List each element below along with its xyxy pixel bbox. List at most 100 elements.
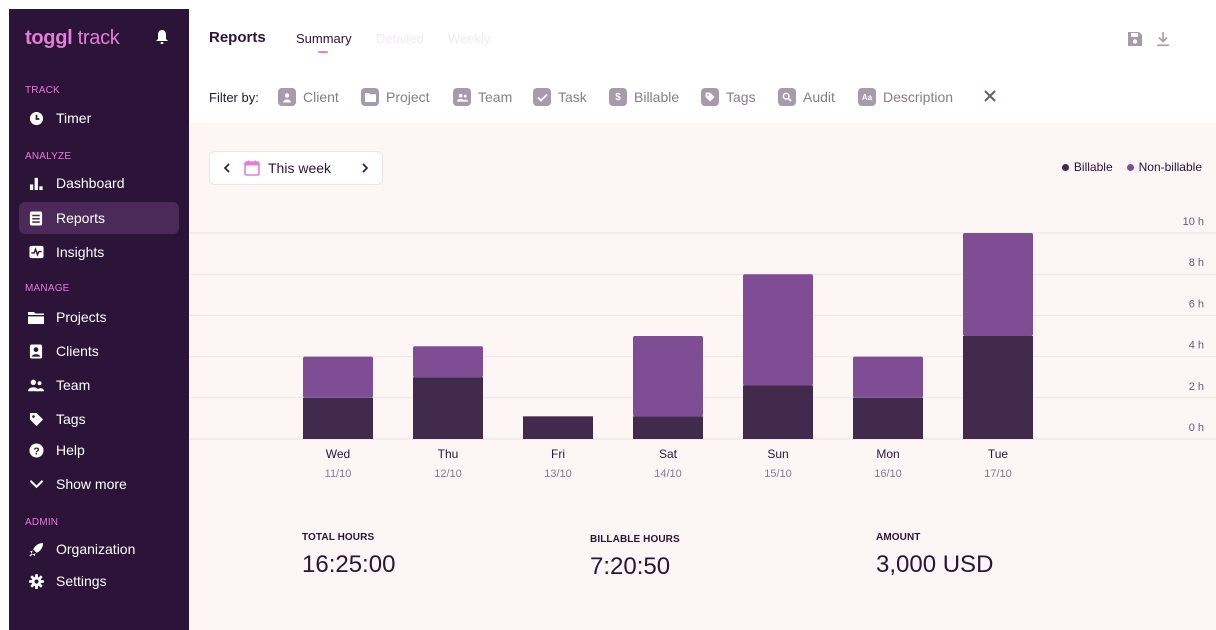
sidebar-item-organization[interactable]: Organization <box>19 533 179 565</box>
team-icon <box>453 88 471 106</box>
stat-value: 7:20:50 <box>590 553 671 580</box>
checkbox-icon <box>533 88 551 106</box>
legend-billable: Billable <box>1061 160 1113 174</box>
sidebar-item-label: Projects <box>56 309 107 325</box>
bar-chart-icon <box>28 175 44 191</box>
tag-icon <box>701 88 719 106</box>
bar-billable <box>303 397 373 439</box>
x-tick-label: Thu <box>438 447 459 461</box>
filter-audit[interactable]: Audit <box>778 87 835 107</box>
client-icon <box>278 88 296 106</box>
sidebar-item-projects[interactable]: Projects <box>19 301 179 333</box>
team-icon <box>28 377 44 393</box>
sidebar-item-label: Settings <box>56 573 107 589</box>
filter-description[interactable]: Aa Description <box>858 87 953 107</box>
bar-non-billable <box>413 346 483 378</box>
filter-team[interactable]: Team <box>453 87 512 107</box>
sidebar-item-insights[interactable]: Insights <box>19 236 179 268</box>
bar-non-billable <box>853 356 923 398</box>
stat-amount: AMOUNT 3,000 USD <box>876 532 993 579</box>
save-icon[interactable] <box>1127 31 1143 47</box>
filter-label-text: Audit <box>803 89 835 105</box>
sidebar-item-timer[interactable]: Timer <box>19 102 179 134</box>
sidebar-item-label: Insights <box>56 244 105 260</box>
date-range-button[interactable]: This week <box>244 160 348 176</box>
stat-value: 16:25:00 <box>302 551 396 578</box>
sidebar-item-label: Help <box>56 442 85 458</box>
tab-summary[interactable]: Summary <box>296 31 352 53</box>
dollar-icon: $ <box>609 88 627 106</box>
report-main: 0 h 2 h 4 h 6 h 8 h 10 h Wed 11/10 Thu 12/10 Fri 13… <box>189 123 1216 630</box>
next-week-button[interactable] <box>348 152 382 184</box>
tab-detailed[interactable]: Detailed <box>376 31 424 46</box>
client-icon <box>28 343 44 359</box>
y-tick-label: 4 h <box>1189 340 1204 352</box>
filter-billable[interactable]: $ Billable <box>609 87 679 107</box>
stat-total-hours: TOTAL HOURS 16:25:00 <box>302 532 395 579</box>
x-tick-label: Tue <box>988 447 1009 461</box>
filter-label-text: Team <box>478 89 513 105</box>
stat-label: AMOUNT <box>876 532 921 543</box>
close-icon[interactable] <box>982 88 998 104</box>
y-tick-label: 10 h <box>1183 216 1204 228</box>
filter-label-text: Task <box>558 89 587 105</box>
y-tick-label: 0 h <box>1189 422 1204 434</box>
rocket-icon <box>28 541 44 557</box>
tab-weekly[interactable]: Weekly <box>448 31 490 46</box>
x-tick-date-label: 15/10 <box>764 468 792 480</box>
help-icon: ? <box>28 442 44 458</box>
sidebar-item-clients[interactable]: Clients <box>19 335 179 367</box>
chart-legend: Billable Non-billable <box>1048 160 1202 174</box>
sidebar-item-show-more[interactable]: Show more <box>19 468 179 500</box>
sidebar-item-label: Reports <box>56 210 106 226</box>
clock-icon <box>28 110 44 126</box>
magnifier-icon <box>778 88 796 106</box>
toggl-track-logo[interactable]: toggl track <box>25 27 120 50</box>
filter-project[interactable]: Project <box>361 87 430 107</box>
section-label-analyze: ANALYZE <box>25 151 72 162</box>
stat-label: BILLABLE HOURS <box>590 534 680 545</box>
sidebar-item-tags[interactable]: Tags <box>19 403 179 435</box>
bar-non-billable <box>633 336 703 417</box>
legend-label: Billable <box>1073 160 1113 174</box>
filter-task[interactable]: Task <box>533 87 587 107</box>
sidebar-item-label: Clients <box>56 343 99 359</box>
filter-label-text: Billable <box>634 89 680 105</box>
sidebar-item-label: Organization <box>56 541 136 557</box>
download-icon[interactable] <box>1155 31 1171 47</box>
x-tick-label: Mon <box>876 447 899 461</box>
filter-label-text: Project <box>386 89 430 105</box>
chevron-right-icon <box>362 163 369 173</box>
report-icon <box>28 210 44 226</box>
sidebar-item-team[interactable]: Team <box>19 369 179 401</box>
sidebar-item-help[interactable]: ? Help <box>19 434 179 466</box>
section-label-track: TRACK <box>25 85 60 96</box>
date-range-label: This week <box>268 160 332 176</box>
svg-text:?: ? <box>33 446 39 457</box>
text-icon: Aa <box>858 88 876 106</box>
x-tick-label: Wed <box>326 447 350 461</box>
filter-client[interactable]: Client <box>278 87 339 107</box>
sidebar-item-dashboard[interactable]: Dashboard <box>19 167 179 199</box>
filter-label-text: Description <box>883 89 954 105</box>
bar-non-billable <box>743 274 813 386</box>
page-title: Reports <box>209 29 266 46</box>
sidebar-item-label: Team <box>56 377 91 393</box>
bar-non-billable <box>963 233 1033 336</box>
bell-icon[interactable] <box>155 29 169 45</box>
header: Reports Summary Detailed Weekly <box>189 9 1216 67</box>
sidebar-item-settings[interactable]: Settings <box>19 565 179 597</box>
bar-billable <box>963 336 1033 439</box>
chevron-left-icon <box>223 163 230 173</box>
bar-billable <box>633 416 703 439</box>
x-tick-label: Fri <box>551 447 565 461</box>
prev-week-button[interactable] <box>210 152 244 184</box>
filter-bar: Filter by: Client Project Team Task $ Bi… <box>189 67 1216 123</box>
filter-label-text: Tags <box>726 89 756 105</box>
x-tick-label: Sat <box>659 447 678 461</box>
y-tick-label: 8 h <box>1189 257 1204 269</box>
folder-icon <box>361 88 379 106</box>
sidebar-item-reports[interactable]: Reports <box>19 202 179 234</box>
y-tick-label: 2 h <box>1189 381 1204 393</box>
filter-tags[interactable]: Tags <box>701 87 756 107</box>
